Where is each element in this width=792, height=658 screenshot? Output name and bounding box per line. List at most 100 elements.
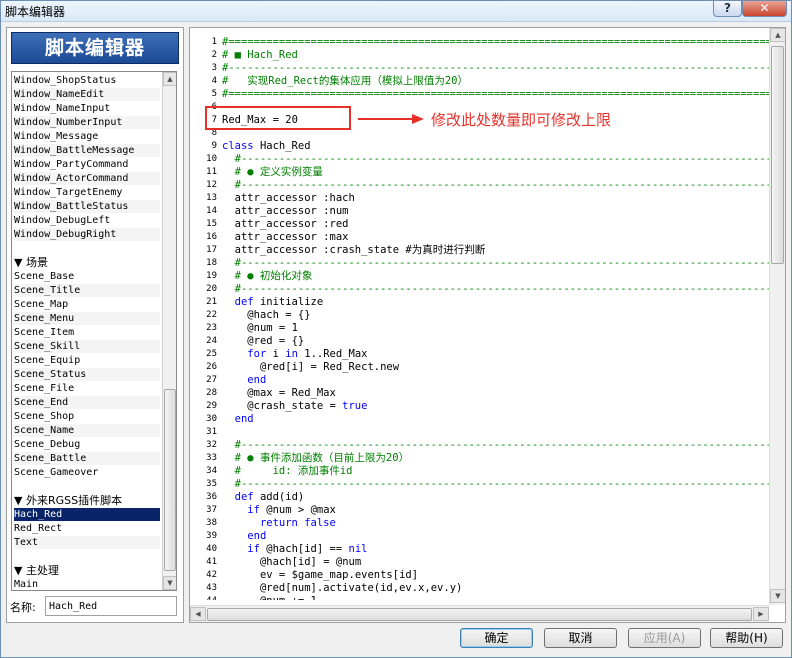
list-item[interactable]: Window_PartyCommand [14,158,160,171]
category-header[interactable]: ▼ 主处理 [14,564,160,577]
code-line[interactable]: 20 #------------------------------------… [190,283,769,296]
list-item[interactable]: Scene_Map [14,298,160,311]
list-item[interactable]: Main [14,578,160,590]
editor-horizontal-scrollbar[interactable]: ◀ ▶ [190,605,769,622]
code-line[interactable]: 43 @red[num].activate(id,ev.x,ev.y) [190,582,769,595]
code-line[interactable]: 30 end [190,413,769,426]
list-item[interactable]: Scene_File [14,382,160,395]
list-item[interactable]: Scene_Menu [14,312,160,325]
list-item[interactable]: Scene_Equip [14,354,160,367]
code-line[interactable]: 14 attr_accessor :num [190,205,769,218]
script-list[interactable]: Window_ShopStatus Window_NameEdit Window_N… [11,71,177,591]
list-item[interactable]: Text [14,536,160,549]
cancel-button[interactable]: 取消 [544,628,617,648]
list-item[interactable]: Scene_End [14,396,160,409]
list-item-blank[interactable] [14,550,160,563]
code-line[interactable]: 17 attr_accessor :crash_state #为真时进行判断 [190,244,769,257]
editor-vertical-scrollbar[interactable]: ▲ ▼ [769,28,785,605]
list-item[interactable]: Window_ActorCommand [14,172,160,185]
close-button[interactable]: ✕ [742,0,787,17]
list-item[interactable]: Scene_Base [14,270,160,283]
list-item[interactable]: Scene_Name [14,424,160,437]
code-line[interactable]: 40 if @hach[id] == nil [190,543,769,556]
list-item[interactable]: Scene_Debug [14,438,160,451]
code-line[interactable]: 22 @hach = {} [190,309,769,322]
line-number: 41 [206,557,217,567]
list-item[interactable]: Hach_Red [14,508,160,521]
list-item[interactable]: Window_NumberInput [14,116,160,129]
list-item[interactable]: Scene_Status [14,368,160,381]
code-line[interactable]: 10 #------------------------------------… [190,153,769,166]
code-line[interactable]: 26 @red[i] = Red_Rect.new [190,361,769,374]
list-item[interactable]: Scene_Battle [14,452,160,465]
list-item[interactable]: Window_ShopStatus [14,74,160,87]
code-line[interactable]: 9 class Hach_Red [190,140,769,153]
scroll-down-icon[interactable]: ▼ [770,589,785,603]
title-help-button[interactable]: ? [713,0,742,17]
apply-button[interactable]: 应用(A) [628,628,701,648]
code-line[interactable]: 1 #======================================… [190,36,769,49]
scroll-thumb[interactable] [771,46,784,264]
code-line[interactable]: 44 @num += 1 [190,595,769,600]
scroll-down-icon[interactable]: ▼ [163,576,176,590]
help-button[interactable]: 帮助(H) [710,628,783,648]
code-line[interactable]: 42 ev = $game_map.events[id] [190,569,769,582]
code-line[interactable]: 19 # ● 初始化对象 [190,270,769,283]
list-item-blank[interactable] [14,480,160,493]
code-line[interactable]: 3 #--------------------------------------… [190,62,769,75]
code-line[interactable]: 28 @max = Red_Max [190,387,769,400]
code-line[interactable]: 2 # ■ Hach_Red [190,49,769,62]
list-item[interactable]: Window_BattleStatus [14,200,160,213]
list-item[interactable]: Window_DebugRight [14,228,160,241]
code-line[interactable]: 33 # ● 事件添加函数（目前上限为20） [190,452,769,465]
code-line[interactable]: 15 attr_accessor :red [190,218,769,231]
ok-button[interactable]: 确定 [460,628,533,648]
code-line[interactable]: 31 [190,426,769,439]
list-item[interactable]: Scene_Gameover [14,466,160,479]
scroll-up-icon[interactable]: ▲ [770,28,785,42]
list-item[interactable]: Window_TargetEnemy [14,186,160,199]
code-line[interactable]: 16 attr_accessor :max [190,231,769,244]
code-line[interactable]: 13 attr_accessor :hach [190,192,769,205]
code-line[interactable]: 36 def add(id) [190,491,769,504]
scroll-right-icon[interactable]: ▶ [753,607,769,621]
code-line[interactable]: 39 end [190,530,769,543]
title-bar[interactable]: 脚本编辑器 ? ✕ [1,0,791,22]
category-header[interactable]: ▼ 场景 [14,256,160,269]
scroll-thumb[interactable] [207,608,752,621]
script-name-input[interactable]: Hach_Red [45,596,177,616]
category-header[interactable]: ▼ 外来RGSS插件脚本 [14,494,160,507]
list-item[interactable]: Window_NameEdit [14,88,160,101]
code-line[interactable]: 35 #------------------------------------… [190,478,769,491]
code-line[interactable]: 4 # 实现Red_Rect的集体应用（模拟上限值为20） [190,75,769,88]
scroll-left-icon[interactable]: ◀ [190,607,206,621]
list-item[interactable]: Window_DebugLeft [14,214,160,227]
code-line[interactable]: 24 @red = {} [190,335,769,348]
code-line[interactable]: 38 return false [190,517,769,530]
scroll-up-icon[interactable]: ▲ [163,72,176,86]
list-item[interactable]: Window_NameInput [14,102,160,115]
code-line[interactable]: 27 end [190,374,769,387]
code-line[interactable]: 29 @crash_state = true [190,400,769,413]
code-line[interactable]: 18 #------------------------------------… [190,257,769,270]
list-item[interactable]: Window_BattleMessage [14,144,160,157]
code-line[interactable]: 23 @num = 1 [190,322,769,335]
list-item[interactable]: Scene_Shop [14,410,160,423]
code-line[interactable]: 21 def initialize [190,296,769,309]
code-line[interactable]: 11 # ● 定义实例变量 [190,166,769,179]
list-item-blank[interactable] [14,242,160,255]
list-item[interactable]: Red_Rect [14,522,160,535]
list-item[interactable]: Scene_Item [14,326,160,339]
code-line[interactable]: 37 if @num > @max [190,504,769,517]
code-line[interactable]: 41 @hach[id] = @num [190,556,769,569]
code-line[interactable]: 34 # id: 添加事件id [190,465,769,478]
code-line[interactable]: 32 #------------------------------------… [190,439,769,452]
scroll-thumb[interactable] [164,389,176,571]
list-item[interactable]: Scene_Title [14,284,160,297]
code-line[interactable]: 5 #======================================… [190,88,769,101]
code-line[interactable]: 12 #------------------------------------… [190,179,769,192]
script-list-scrollbar[interactable]: ▲ ▼ [162,72,176,590]
list-item[interactable]: Window_Message [14,130,160,143]
list-item[interactable]: Scene_Skill [14,340,160,353]
code-line[interactable]: 25 for i in 1..Red_Max [190,348,769,361]
